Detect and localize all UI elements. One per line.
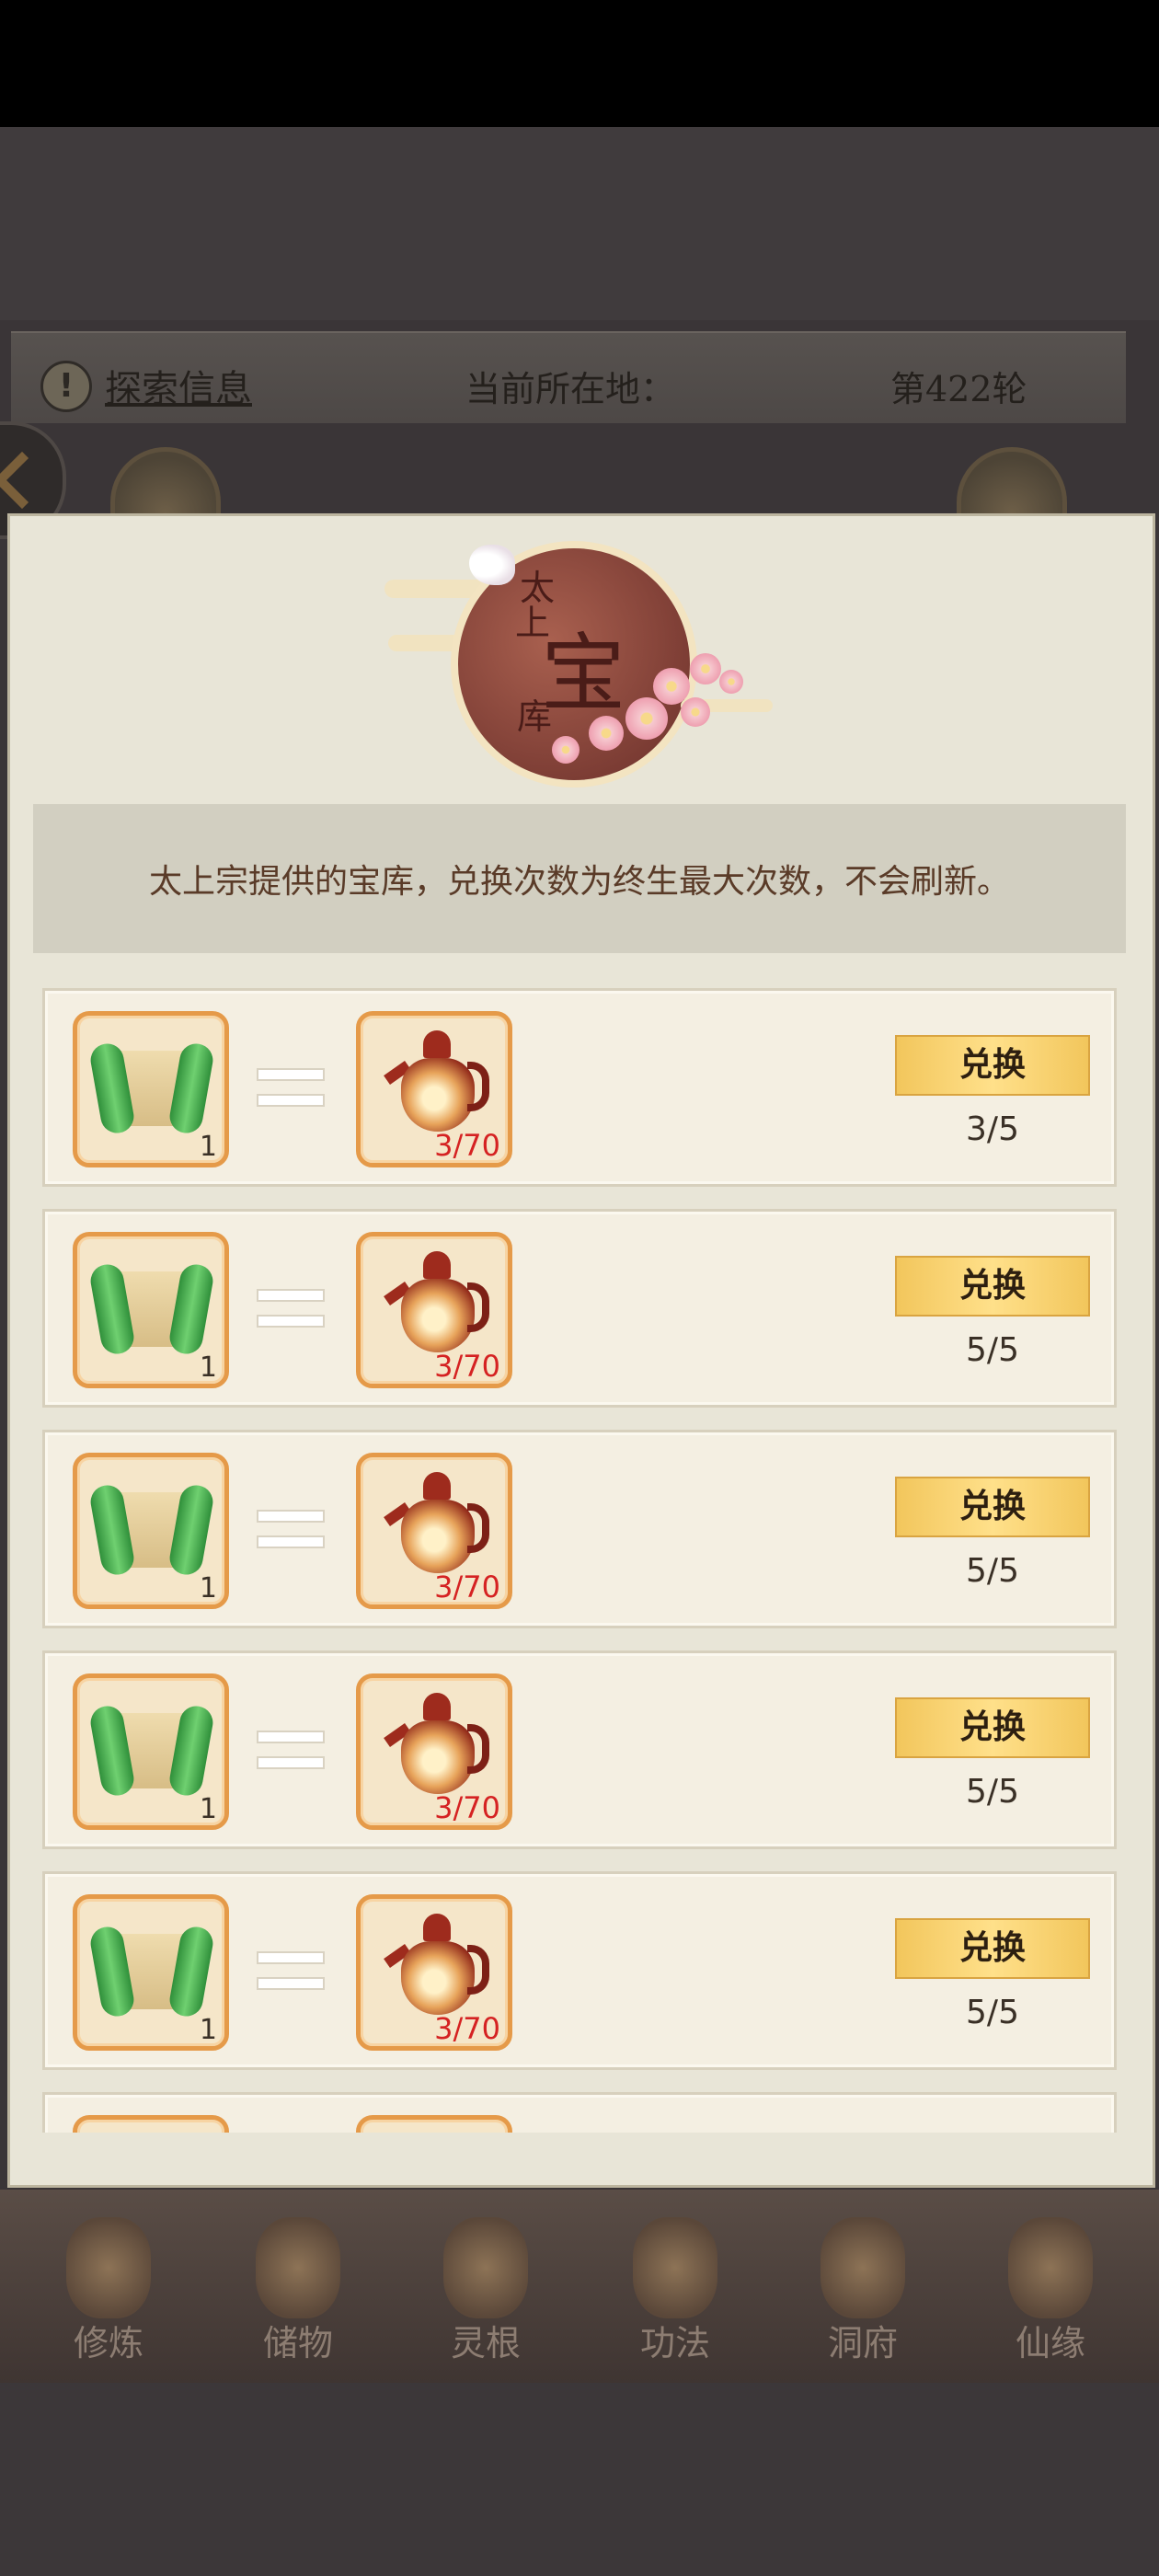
equals-icon: [257, 1951, 325, 1992]
nav-label: 修炼: [73, 2323, 143, 2363]
technique-book-icon: [633, 2217, 717, 2318]
blossom-icon: [625, 697, 668, 740]
treasury-notice: 太上宗提供的宝库，兑换次数为终生最大次数，不会刷新。: [33, 804, 1126, 953]
exchange-list[interactable]: 1 3/70 兑换 3/5 1 3/70 兑换 5/5 1 3/70 兑换 5/…: [42, 988, 1117, 2133]
exchange-row: 1 3/70 兑换 5/5: [42, 1430, 1117, 1628]
current-location-label: 当前所在地：: [465, 369, 676, 409]
scroll-icon: [87, 1260, 216, 1362]
cultivator-medal-icon: [957, 447, 1067, 521]
nav-item-cultivation[interactable]: 修炼: [35, 2208, 182, 2374]
warning-icon[interactable]: !: [40, 361, 92, 412]
exchange-limit: 5/5: [966, 1552, 1019, 1590]
scroll-icon: [87, 1040, 216, 1141]
nav-item-immortal-fate[interactable]: 仙缘: [977, 2208, 1124, 2374]
status-bar: [0, 0, 1159, 127]
exchange-limit: 5/5: [966, 1331, 1019, 1369]
exchange-button[interactable]: 兑换: [895, 1256, 1090, 1317]
storage-bag-icon: [256, 2217, 340, 2318]
equals-icon: [257, 1510, 325, 1550]
nav-label: 洞府: [827, 2323, 898, 2363]
nav-item-storage[interactable]: 储物: [224, 2208, 372, 2374]
dimmed-footer: [0, 2383, 1159, 2576]
blossom-icon: [653, 668, 690, 705]
explore-info-link[interactable]: 探索信息: [105, 359, 252, 412]
chevron-left-icon: [0, 451, 52, 510]
nav-label: 储物: [262, 2323, 333, 2363]
reward-slot[interactable]: 1: [73, 1894, 229, 2051]
dimmed-background: [0, 127, 1159, 320]
reward-count: 1: [199, 1131, 217, 1163]
exchange-button[interactable]: 兑换: [895, 1918, 1090, 1979]
cost-amount: 3/70: [434, 2011, 500, 2046]
bottom-nav: 修炼 储物 灵根 功法 洞府 仙缘: [0, 2190, 1159, 2383]
exchange-row: 1 3/70 兑换 3/5: [42, 988, 1117, 1187]
round-counter: 第422轮: [890, 369, 1027, 409]
cost-amount: 3/70: [434, 1790, 500, 1825]
reward-slot[interactable]: 1: [73, 1453, 229, 1609]
blossom-icon: [589, 716, 624, 751]
reward-count: 1: [199, 2014, 217, 2046]
equals-icon: [257, 1731, 325, 1771]
cost-slot[interactable]: 3/70: [356, 1011, 512, 1167]
cost-amount: 3/70: [434, 1570, 500, 1604]
equals-icon: [257, 1068, 325, 1109]
blossom-icon: [552, 736, 580, 764]
cultivation-icon: [66, 2217, 151, 2318]
exchange-limit: 5/5: [966, 1773, 1019, 1811]
nav-item-cave[interactable]: 洞府: [789, 2208, 936, 2374]
spirit-root-icon: [443, 2217, 528, 2318]
nav-label: 灵根: [450, 2323, 521, 2363]
cost-slot[interactable]: 3/70: [356, 1894, 512, 2051]
cost-slot[interactable]: 3/70: [356, 1673, 512, 1830]
exchange-row: 1 3/70 兑换 5/5: [42, 1209, 1117, 1408]
nav-item-technique[interactable]: 功法: [602, 2208, 749, 2374]
reward-count: 1: [199, 1793, 217, 1825]
cave-dwelling-icon: [820, 2217, 905, 2318]
cost-slot[interactable]: [356, 2115, 512, 2133]
reward-slot[interactable]: 1: [73, 1673, 229, 1830]
scroll-icon: [87, 1923, 216, 2024]
nav-label: 功法: [639, 2323, 710, 2363]
scroll-icon: [87, 1702, 216, 1803]
cost-amount: 3/70: [434, 1349, 500, 1384]
explore-info-bar: ! 探索信息 当前所在地： 第422轮: [11, 331, 1126, 423]
immortal-fate-icon: [1008, 2217, 1093, 2318]
exchange-button[interactable]: 兑换: [895, 1477, 1090, 1537]
reward-count: 1: [199, 1351, 217, 1384]
cost-slot[interactable]: 3/70: [356, 1453, 512, 1609]
butterfly-icon: [469, 545, 515, 585]
reward-slot[interactable]: 1: [73, 1232, 229, 1388]
nav-label: 仙缘: [1015, 2323, 1085, 2363]
exchange-button[interactable]: 兑换: [895, 1035, 1090, 1096]
blossom-icon: [719, 670, 743, 694]
reward-slot[interactable]: [73, 2115, 229, 2133]
reward-count: 1: [199, 1572, 217, 1604]
cultivator-medal-icon: [110, 447, 221, 521]
exchange-row: 1 3/70 兑换 5/5: [42, 1650, 1117, 1849]
cost-slot[interactable]: 3/70: [356, 1232, 512, 1388]
exchange-row-partial: [42, 2092, 1117, 2133]
exchange-row: 1 3/70 兑换 5/5: [42, 1871, 1117, 2070]
exchange-limit: 5/5: [966, 1994, 1019, 2031]
scroll-icon: [87, 1481, 216, 1582]
exchange-limit: 3/5: [966, 1110, 1019, 1148]
equals-icon: [257, 1289, 325, 1329]
cost-amount: 3/70: [434, 1128, 500, 1163]
treasury-emblem: 太 上 宝 库: [377, 532, 782, 799]
nav-item-spirit-root[interactable]: 灵根: [412, 2208, 559, 2374]
emblem-char: 库: [517, 696, 553, 737]
blossom-icon: [690, 653, 721, 684]
reward-slot[interactable]: 1: [73, 1011, 229, 1167]
blossom-icon: [681, 697, 710, 727]
emblem-char: 宝: [541, 625, 626, 723]
exchange-button[interactable]: 兑换: [895, 1697, 1090, 1758]
